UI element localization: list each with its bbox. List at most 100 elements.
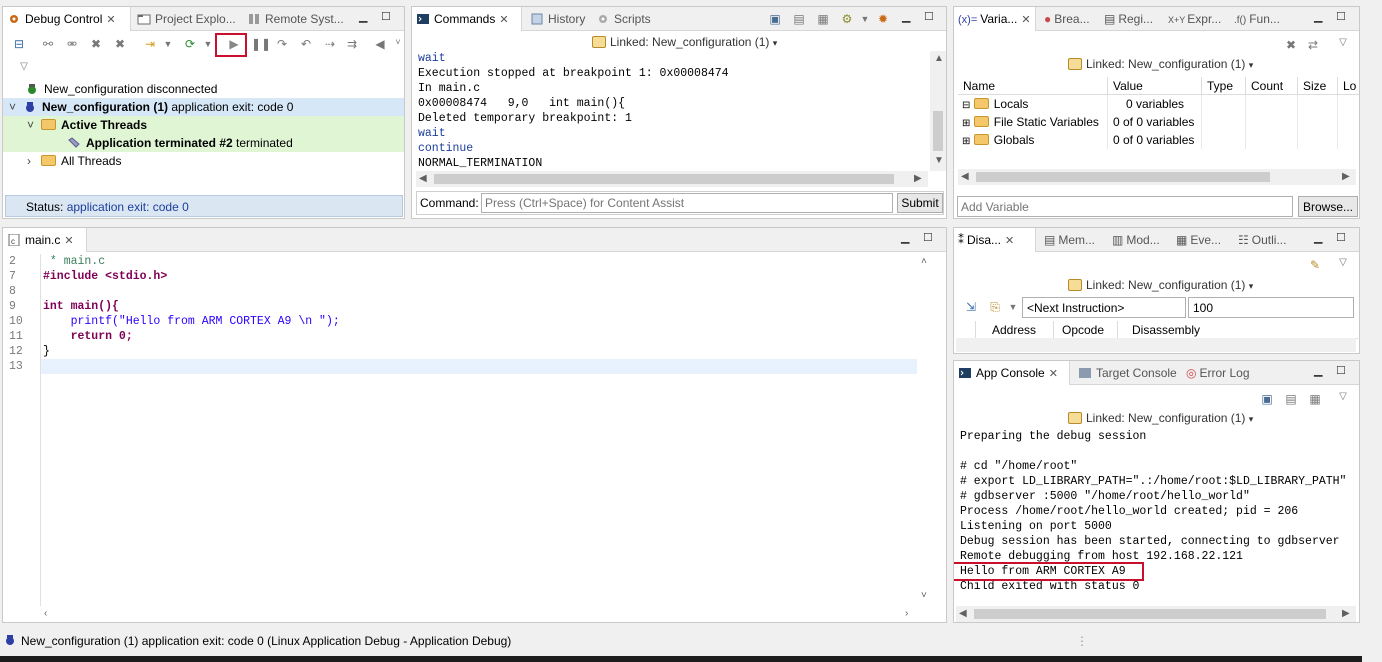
minimize-icon[interactable]: ▁: [901, 231, 909, 244]
minimize-icon[interactable]: ▁: [1314, 364, 1322, 377]
tab-remote-systems[interactable]: Remote Syst...: [243, 7, 344, 31]
close-icon[interactable]: ✕: [64, 235, 73, 247]
column-size[interactable]: Size: [1298, 77, 1338, 95]
scroll-right-icon[interactable]: ›: [905, 608, 908, 619]
table-row[interactable]: ⊞ File Static Variables 0 of 0 variables: [958, 113, 1358, 131]
remove-icon[interactable]: ✖: [1284, 38, 1298, 52]
add-variable-input[interactable]: [957, 196, 1293, 217]
expand-icon[interactable]: ⊞: [962, 118, 970, 129]
tab-breakpoints[interactable]: ● Brea...: [1040, 7, 1100, 31]
tab-commands[interactable]: Commands ✕: [412, 7, 522, 31]
maximize-icon[interactable]: ☐: [1336, 364, 1346, 377]
chevron-down-icon[interactable]: ˅: [9, 98, 23, 116]
view-menu-icon[interactable]: ▽: [1336, 256, 1350, 270]
table-row[interactable]: ⊞ Globals 0 of 0 variables: [958, 131, 1358, 149]
column-opcode[interactable]: Opcode: [1054, 321, 1118, 339]
view-menu-icon[interactable]: ▽: [17, 60, 31, 74]
pin-icon[interactable]: ✎: [1308, 258, 1322, 272]
variables-linked-selector[interactable]: Linked: New_configuration (1) ▾: [1068, 57, 1253, 71]
tab-expressions[interactable]: X+Y Expr...: [1164, 7, 1228, 31]
commands-hscroll[interactable]: ◀ ▶: [416, 171, 928, 187]
column-count[interactable]: Count: [1246, 77, 1298, 95]
scroll-down-icon[interactable]: ▼: [934, 155, 944, 166]
scroll-thumb[interactable]: [976, 172, 1270, 182]
close-icon[interactable]: ✕: [1005, 235, 1014, 247]
column-name[interactable]: Name: [958, 77, 1108, 95]
save-icon[interactable]: ▣: [1260, 392, 1274, 406]
tab-history[interactable]: History: [526, 7, 592, 31]
minimize-icon[interactable]: ▁: [902, 10, 910, 23]
terminate-all-icon[interactable]: ✖: [113, 37, 127, 51]
dropdown-icon[interactable]: ▼: [858, 12, 872, 26]
scroll-right-icon[interactable]: ▶: [1342, 171, 1350, 182]
maximize-icon[interactable]: ☐: [1336, 231, 1346, 244]
app-console-hscroll[interactable]: ◀ ▶: [956, 606, 1356, 622]
minimize-icon[interactable]: ▁: [1314, 231, 1322, 244]
column-address[interactable]: Address: [976, 321, 1054, 339]
clear-icon[interactable]: ▤: [792, 12, 806, 26]
tab-modules[interactable]: ▥ Mod...: [1108, 228, 1172, 252]
dropdown-icon[interactable]: ▼: [201, 37, 215, 51]
tab-app-console[interactable]: App Console ✕: [954, 361, 1070, 385]
scroll-thumb[interactable]: [933, 111, 943, 151]
tab-variables[interactable]: (x)= Varia... ✕: [954, 7, 1036, 31]
submit-button[interactable]: Submit: [897, 193, 943, 213]
expand-icon[interactable]: ⊞: [962, 136, 970, 147]
tab-main-c[interactable]: c main.c ✕: [3, 228, 87, 252]
expand-icon[interactable]: ⊟: [962, 100, 970, 111]
column-location[interactable]: Lo: [1338, 77, 1359, 95]
minimize-icon[interactable]: ▁: [359, 10, 367, 23]
chevron-down-icon[interactable]: ˅: [27, 116, 41, 134]
disassembly-linked-selector[interactable]: Linked: New_configuration (1) ▾: [1068, 278, 1253, 292]
connect-icon[interactable]: ⚯: [41, 37, 55, 51]
tab-project-explorer[interactable]: Project Explo...: [133, 7, 241, 31]
scroll-left-icon[interactable]: ◀: [419, 173, 427, 184]
address-input[interactable]: [1022, 297, 1186, 318]
maximize-icon[interactable]: ☐: [1336, 10, 1346, 23]
back-icon[interactable]: ◀: [373, 37, 387, 51]
tree-row-thread[interactable]: Application terminated #2 terminated: [3, 134, 404, 152]
close-icon[interactable]: ✕: [1049, 368, 1058, 380]
commands-linked-selector[interactable]: Linked: New_configuration (1) ▾: [592, 35, 777, 49]
tab-memory[interactable]: ▤ Mem...: [1040, 228, 1106, 252]
layout-icon[interactable]: ▦: [1308, 392, 1322, 406]
app-console-linked-selector[interactable]: Linked: New_configuration (1) ▾: [1068, 411, 1253, 425]
editor-hscroll[interactable]: ‹ ›: [41, 606, 915, 622]
suspend-icon[interactable]: ❚❚: [251, 37, 271, 51]
save-icon[interactable]: ▣: [768, 12, 782, 26]
menu-icon[interactable]: ˅: [391, 35, 404, 49]
table-row[interactable]: ⊟ Locals 0 variables: [958, 95, 1358, 113]
instruction-step-icon[interactable]: ⇢: [323, 37, 337, 51]
drop-frame-icon[interactable]: ⇉: [345, 37, 359, 51]
tab-registers[interactable]: ▤ Regi...: [1100, 7, 1162, 31]
count-input[interactable]: [1188, 297, 1354, 318]
scroll-right-icon[interactable]: ▶: [1342, 608, 1350, 619]
scroll-left-icon[interactable]: ◀: [959, 608, 967, 619]
step-return-icon[interactable]: ↶: [299, 37, 313, 51]
debug-gear-icon[interactable]: ✹: [876, 12, 890, 26]
scroll-left-icon[interactable]: ‹: [44, 608, 47, 619]
goto-pc-icon[interactable]: ⇲: [964, 300, 978, 314]
tab-functions[interactable]: .f() Fun...: [1230, 7, 1296, 31]
commands-vscroll[interactable]: ▲ ▼: [930, 51, 946, 171]
dropdown-icon[interactable]: ▼: [161, 37, 175, 51]
link-address-icon[interactable]: ⎘: [988, 300, 1002, 314]
view-menu-icon[interactable]: ▽: [1336, 390, 1350, 404]
terminate-icon[interactable]: ✖: [89, 37, 103, 51]
maximize-icon[interactable]: ☐: [381, 10, 391, 23]
tab-events[interactable]: ▦ Eve...: [1172, 228, 1232, 252]
collapse-icon[interactable]: ⊟: [12, 37, 26, 51]
tree-row-configuration[interactable]: ˅ New_configuration (1) application exit:…: [3, 98, 404, 116]
dropdown-icon[interactable]: ▼: [1006, 300, 1020, 314]
maximize-icon[interactable]: ☐: [924, 10, 934, 23]
scroll-thumb[interactable]: [434, 174, 894, 184]
tab-error-log[interactable]: ◎ Error Log: [1182, 361, 1262, 385]
column-disassembly[interactable]: Disassembly: [1118, 321, 1358, 339]
tab-debug-control[interactable]: Debug Control ✕: [3, 7, 131, 31]
step-into-icon[interactable]: ⇥: [143, 37, 157, 51]
minimize-icon[interactable]: ▁: [1314, 10, 1322, 23]
disassembly-hscroll[interactable]: [956, 338, 1356, 352]
variables-hscroll[interactable]: ◀ ▶: [958, 169, 1356, 185]
layout-icon[interactable]: ▦: [816, 12, 830, 26]
editor-lines[interactable]: 2 * main.c 7 #include <stdio.h> 8 9 int main(…: [3, 254, 917, 606]
